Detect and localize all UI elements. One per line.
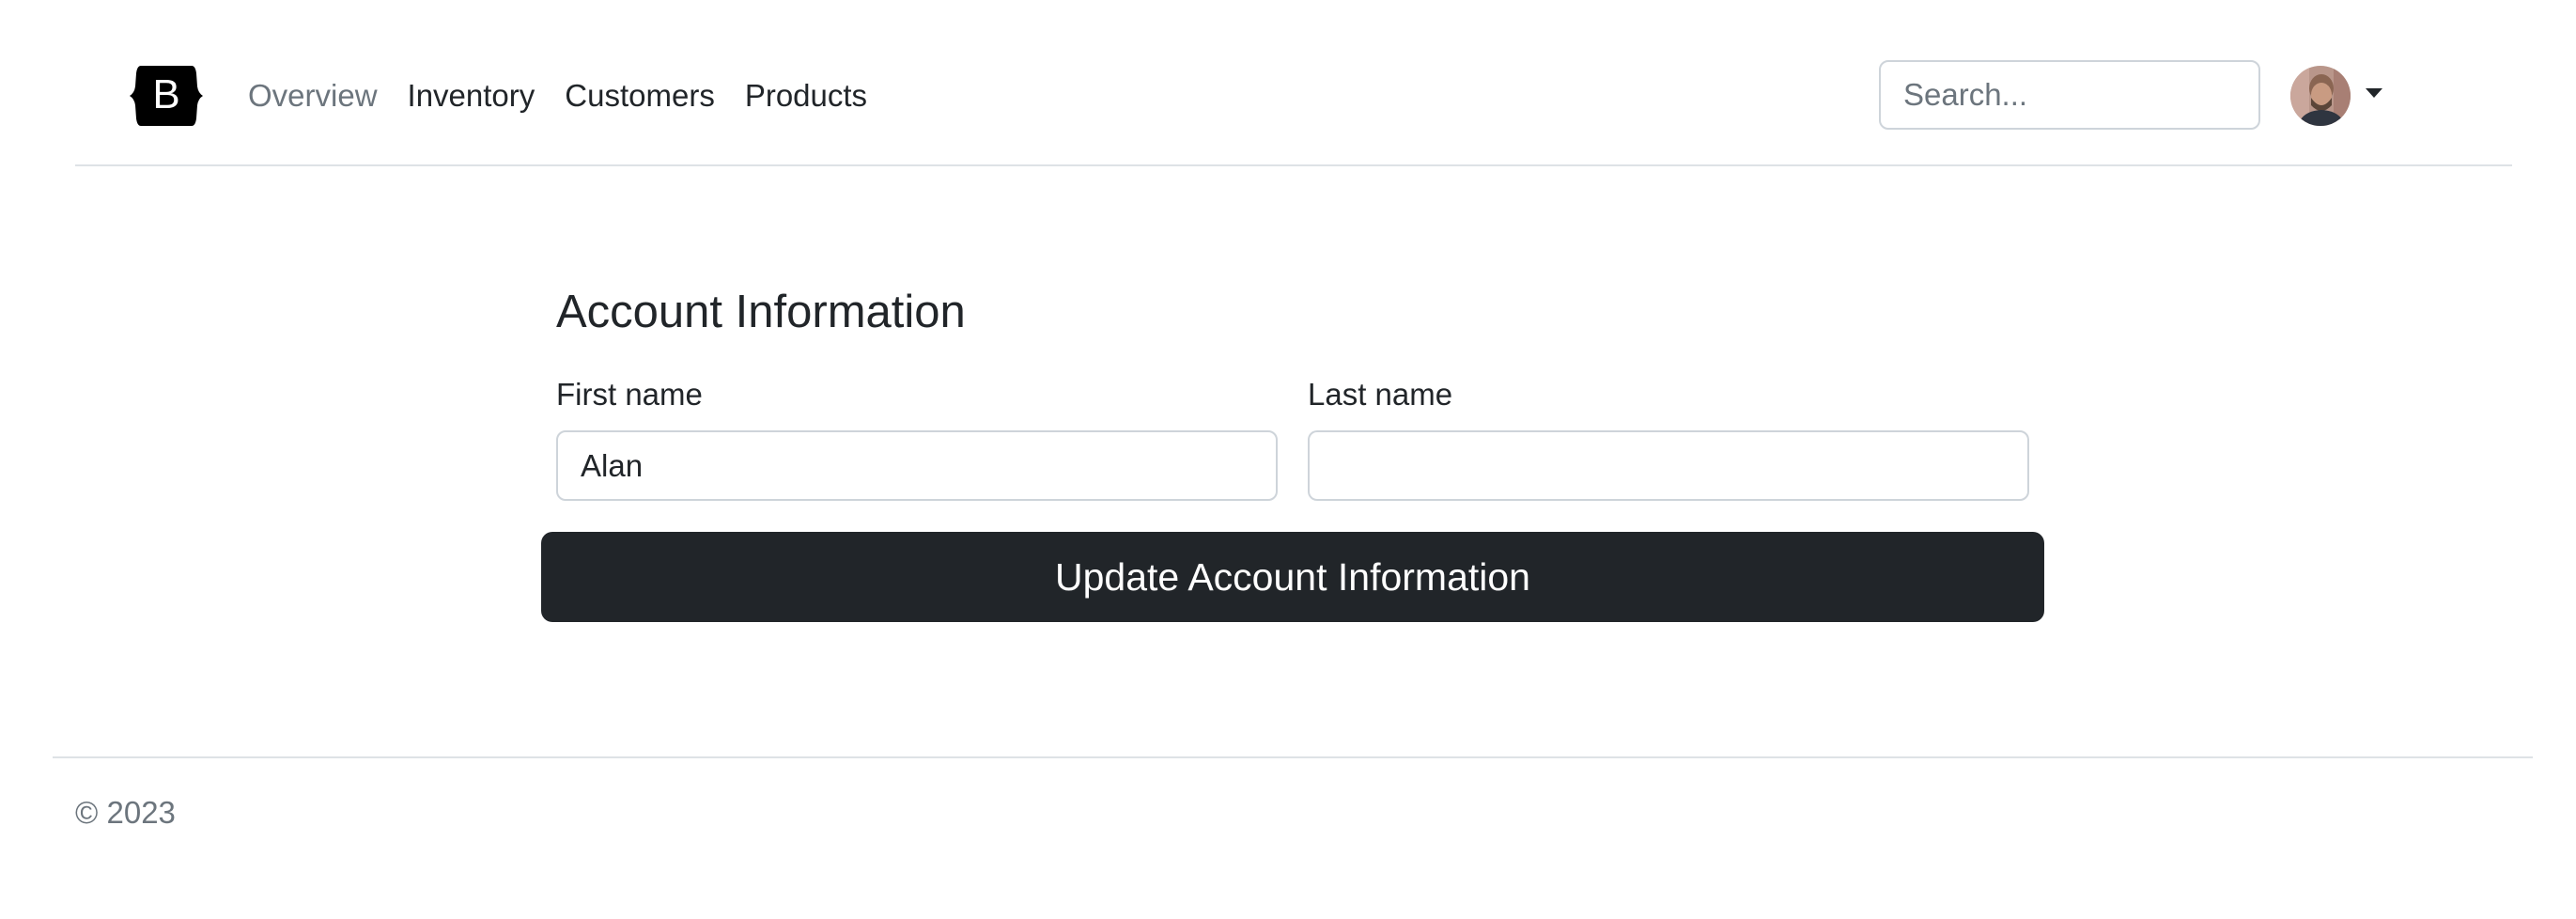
nav-customers[interactable]: Customers — [550, 73, 730, 118]
logo-letter: B — [152, 71, 179, 117]
avatar[interactable] — [2290, 66, 2351, 126]
update-account-button[interactable]: Update Account Information — [541, 532, 2044, 622]
nav-products[interactable]: Products — [730, 73, 882, 118]
footer-copyright: © 2023 — [75, 795, 176, 830]
first-name-label: First name — [556, 377, 703, 412]
last-name-label: Last name — [1308, 377, 1453, 412]
chevron-down-icon[interactable] — [2366, 88, 2382, 98]
bootstrap-logo-icon[interactable]: B — [128, 64, 205, 128]
last-name-field[interactable] — [1308, 430, 2029, 501]
search-input[interactable] — [1879, 60, 2260, 130]
user-menu-toggle[interactable] — [2290, 66, 2382, 126]
footer-divider — [53, 756, 2533, 758]
main-nav: Overview Inventory Customers Products — [233, 73, 882, 118]
page-title: Account Information — [556, 287, 966, 337]
nav-inventory[interactable]: Inventory — [393, 73, 551, 118]
nav-overview[interactable]: Overview — [233, 73, 393, 118]
first-name-field[interactable] — [556, 430, 1278, 501]
